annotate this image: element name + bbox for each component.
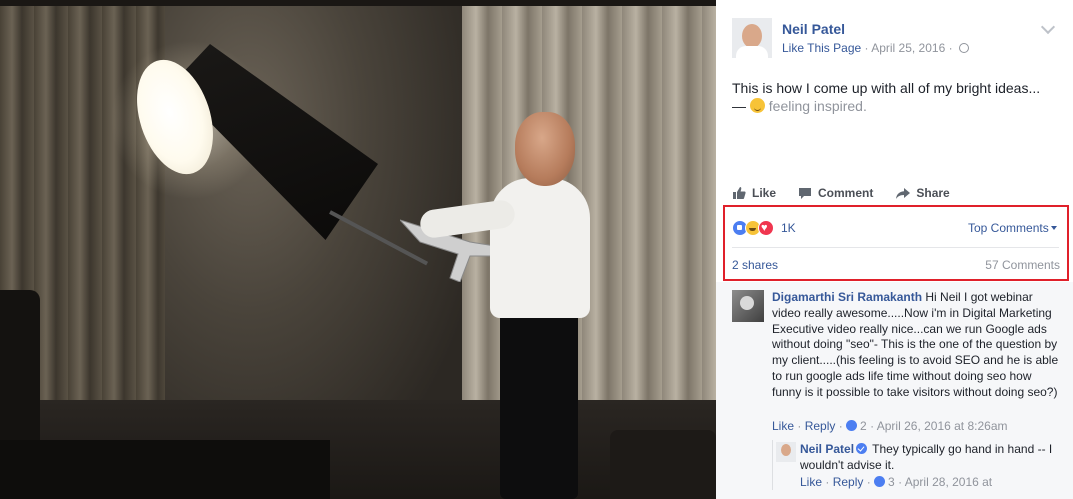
- reply-meta-sep: ·: [822, 475, 833, 489]
- reply-meta-sep: ·: [863, 475, 875, 489]
- post-text: This is how I come up with all of my bri…: [732, 79, 1062, 115]
- love-reaction-icon: [758, 220, 774, 236]
- post-panel: Neil Patel Like This Page · April 25, 20…: [716, 0, 1073, 499]
- photo-person-body: [490, 178, 590, 318]
- comment-meta-sep: ·: [835, 419, 847, 433]
- reply-body: Neil Patel They typically go hand in han…: [800, 442, 1060, 474]
- reaction-count[interactable]: 1K: [781, 221, 796, 235]
- share-label: Share: [916, 186, 950, 200]
- comment-button[interactable]: Comment: [798, 184, 873, 202]
- divider: [732, 247, 1059, 248]
- reply-author-name[interactable]: Neil Patel: [800, 442, 854, 456]
- comment-like-link[interactable]: Like: [772, 419, 794, 433]
- reactions-summary[interactable]: 1K: [732, 220, 796, 236]
- post-meta: Like This Page · April 25, 2016 ·: [782, 41, 969, 55]
- like-count-icon: [874, 476, 886, 487]
- reply-thread-line: [772, 440, 773, 490]
- meta-separator-2: ·: [945, 41, 956, 55]
- comment-date[interactable]: April 26, 2016 at 8:26am: [877, 419, 1008, 433]
- smiley-icon: [749, 98, 765, 113]
- post-feeling: — feeling inspired.: [732, 97, 1062, 115]
- photo-chair-right: [610, 430, 716, 499]
- comment-text: Hi Neil I got webinar video really aweso…: [772, 290, 1059, 399]
- reply-like-count[interactable]: 3: [888, 475, 895, 489]
- avatar-face: [742, 24, 762, 48]
- photo-curtain-rod: [0, 0, 716, 6]
- avatar-shirt: [736, 46, 768, 58]
- meta-separator: ·: [861, 41, 872, 55]
- top-comments-label: Top Comments: [968, 221, 1049, 235]
- reply-reply-link[interactable]: Reply: [833, 475, 864, 489]
- feeling-prefix: —: [732, 98, 750, 114]
- globe-icon: [958, 43, 969, 53]
- top-comments-dropdown[interactable]: Top Comments: [968, 221, 1057, 235]
- reply-like-link[interactable]: Like: [800, 475, 822, 489]
- shares-link[interactable]: 2 shares: [732, 258, 778, 272]
- author-avatar[interactable]: [732, 18, 772, 58]
- share-button[interactable]: Share: [895, 184, 950, 202]
- like-count-icon: [846, 420, 858, 431]
- comment-meta: Like · Reply · 2 · April 26, 2016 at 8:2…: [772, 419, 1008, 433]
- thumbs-up-icon: [733, 187, 746, 199]
- chevron-down-icon[interactable]: [1040, 19, 1056, 35]
- photo-person-legs: [500, 310, 578, 499]
- comments-count-link[interactable]: 57 Comments: [985, 258, 1060, 272]
- reply-date[interactable]: April 28, 2016 at: [905, 475, 992, 489]
- author-name[interactable]: Neil Patel: [782, 21, 845, 37]
- commenter-name[interactable]: Digamarthi Sri Ramakanth: [772, 290, 922, 304]
- like-label: Like: [752, 186, 777, 200]
- share-arrow-icon: [896, 187, 911, 199]
- photo-person-head: [515, 112, 575, 186]
- comment-label: Comment: [818, 186, 874, 200]
- reply-meta: Like · Reply · 3 · April 28, 2016 at: [800, 475, 992, 489]
- post-date[interactable]: April 25, 2016: [871, 41, 945, 55]
- reply-meta-sep: ·: [894, 475, 905, 489]
- comment-body: Digamarthi Sri Ramakanth Hi Neil I got w…: [772, 290, 1062, 401]
- like-page-link[interactable]: Like This Page: [782, 41, 861, 55]
- caret-down-icon: [1050, 226, 1057, 230]
- verified-badge-icon: [856, 443, 868, 454]
- comment-like-count[interactable]: 2: [860, 419, 867, 433]
- reply-avatar[interactable]: [776, 442, 796, 462]
- comment-meta-sep: ·: [794, 419, 805, 433]
- comment-meta-sep: ·: [866, 419, 877, 433]
- comment-icon: [799, 187, 812, 199]
- post-photo[interactable]: [0, 0, 716, 499]
- post-body: This is how I come up with all of my bri…: [732, 80, 1041, 96]
- photo-table: [0, 440, 330, 499]
- comment-reply-link[interactable]: Reply: [805, 419, 836, 433]
- feeling-text: feeling inspired.: [768, 98, 867, 114]
- like-button[interactable]: Like: [732, 184, 776, 202]
- post-actions: Like Comment Share: [732, 184, 972, 202]
- commenter-avatar[interactable]: [732, 290, 764, 322]
